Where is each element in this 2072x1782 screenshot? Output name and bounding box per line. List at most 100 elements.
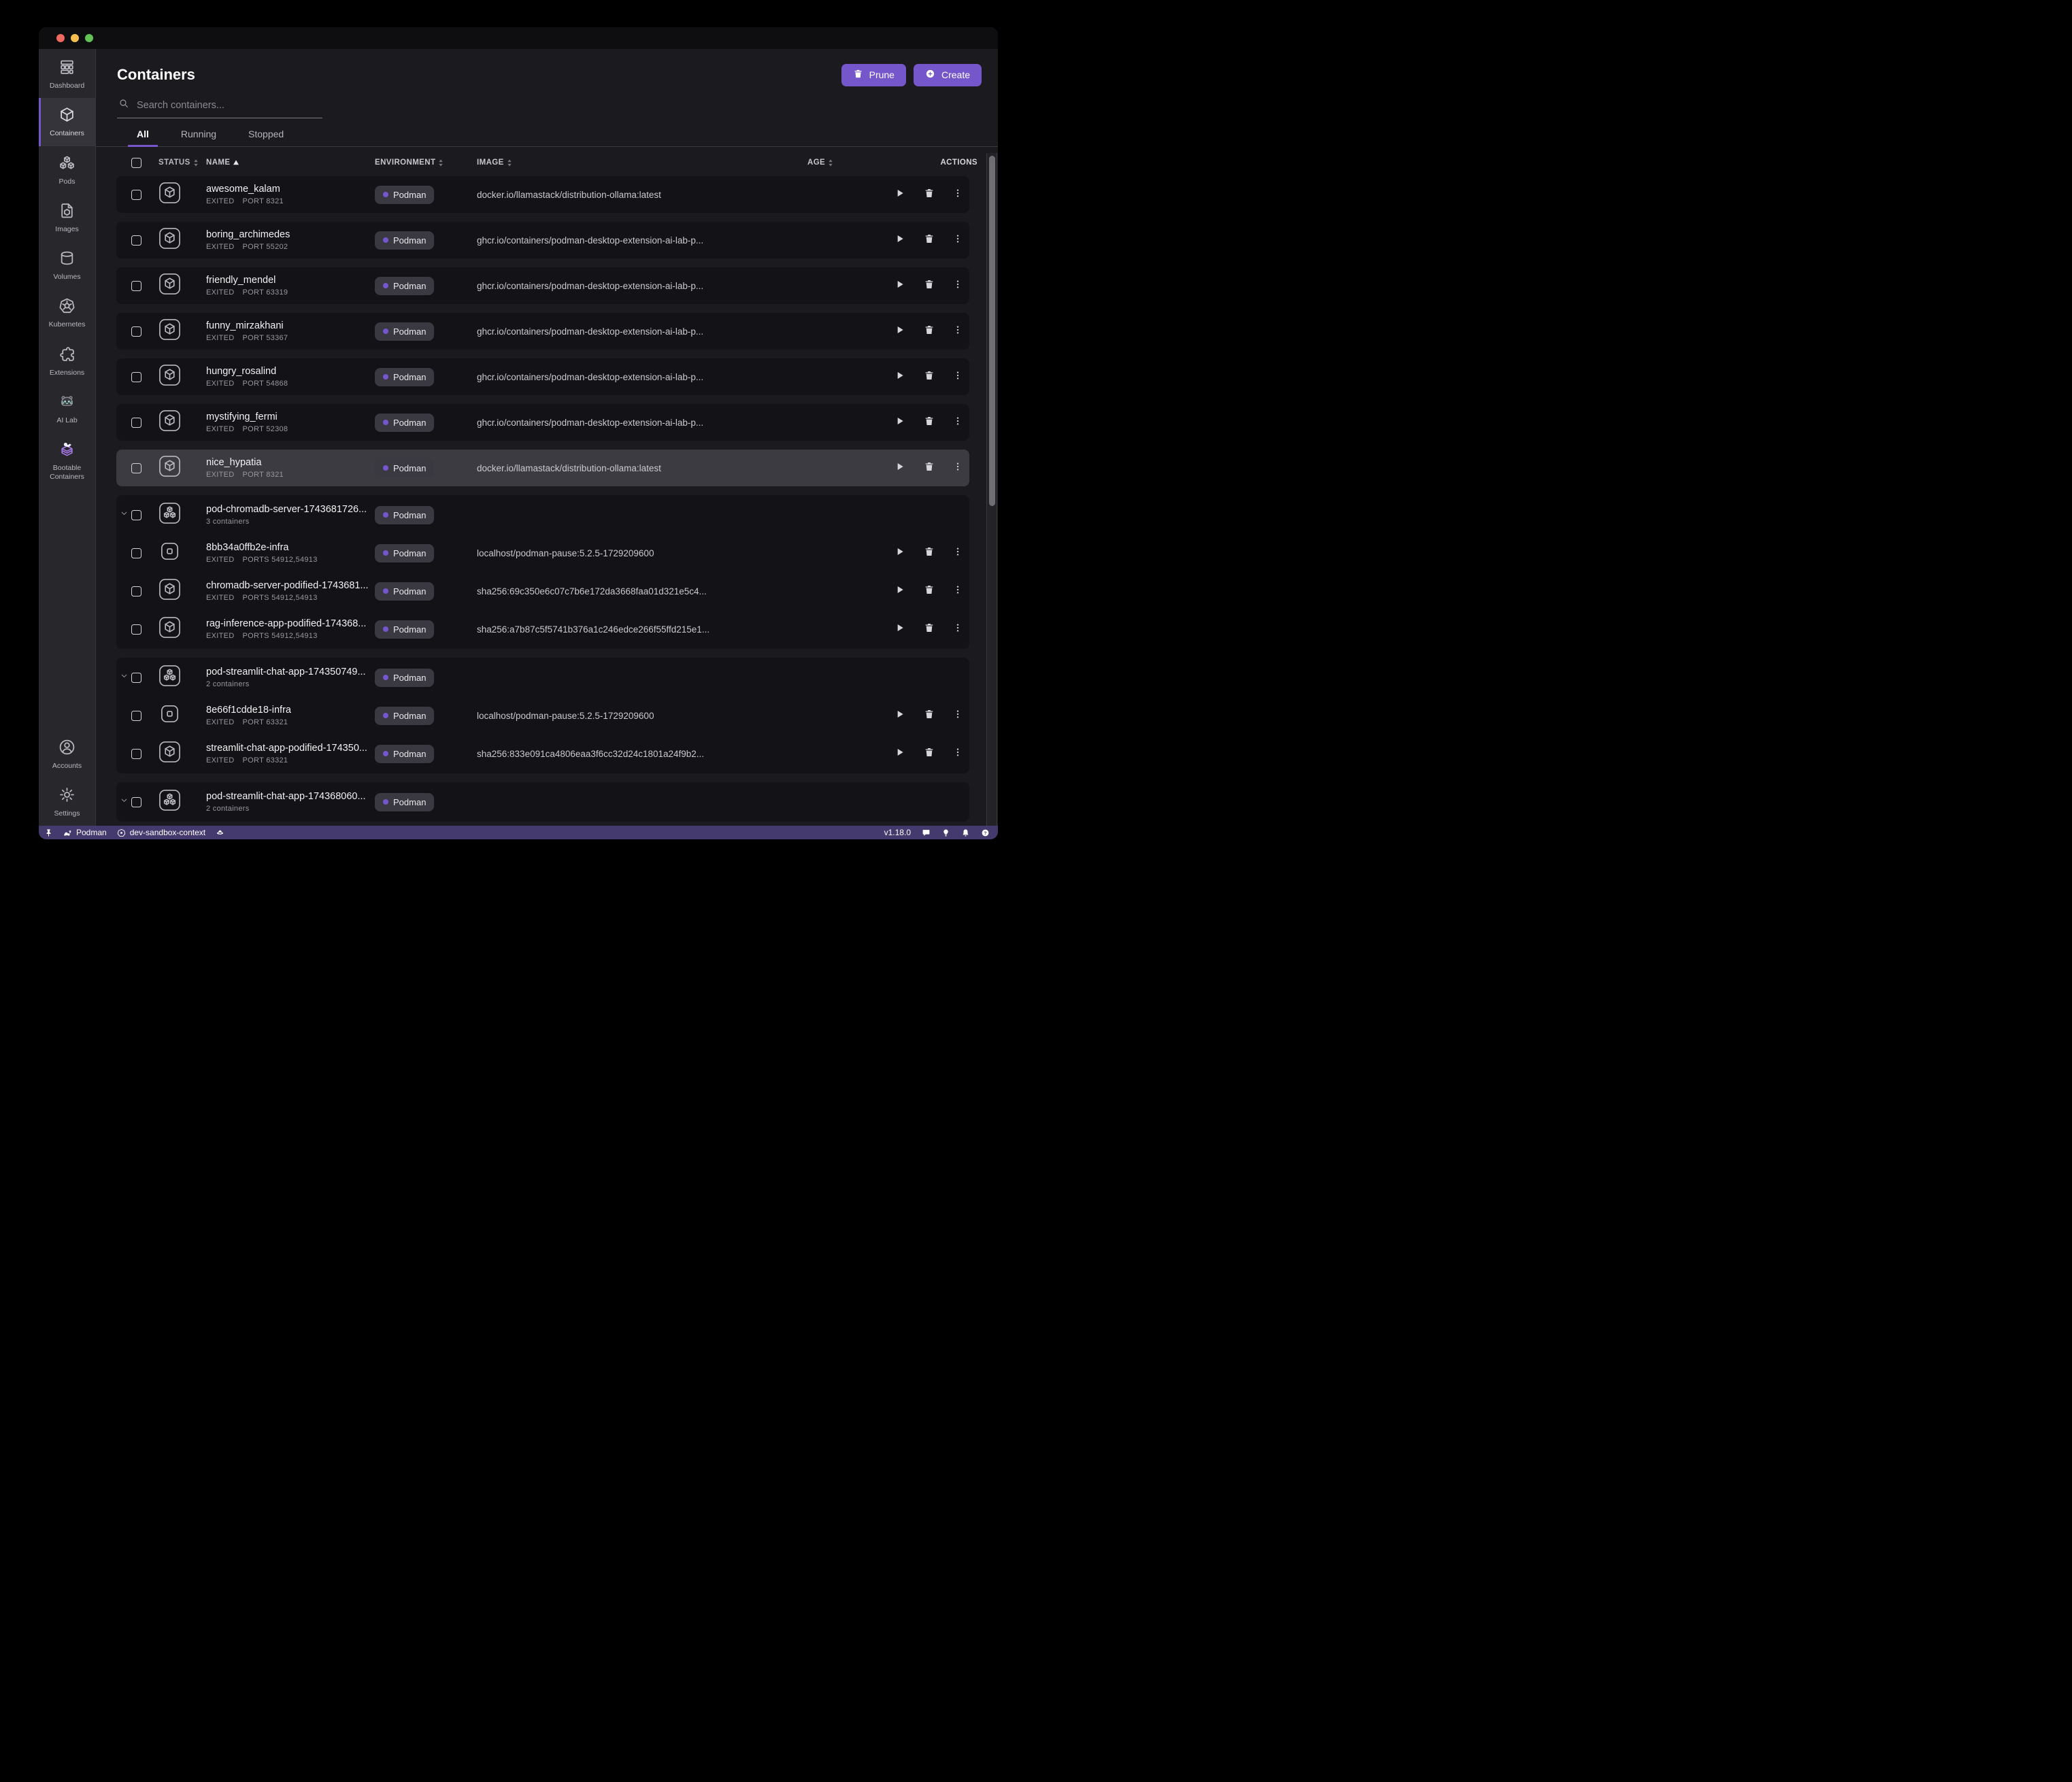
start-container-button[interactable]	[895, 279, 905, 293]
sidebar-item-extensions[interactable]: Extensions	[39, 337, 95, 385]
row-checkbox[interactable]	[131, 673, 141, 683]
row-checkbox[interactable]	[131, 749, 141, 759]
tab-running[interactable]: Running	[181, 129, 216, 146]
sidebar-item-ai-lab[interactable]: AI Lab	[39, 385, 95, 433]
row-checkbox[interactable]	[131, 190, 141, 200]
more-actions-button[interactable]	[953, 280, 963, 292]
vertical-scrollbar[interactable]	[986, 153, 997, 826]
table-row[interactable]: funny_mirzakhani EXITEDPORT 53367 Podman…	[116, 313, 969, 350]
more-actions-button[interactable]	[953, 371, 963, 384]
pod-child-row[interactable]: 8bb34a0ffb2e-infra EXITEDPORTS 54912,549…	[116, 534, 969, 572]
table-row[interactable]: awesome_kalam EXITEDPORT 8321 Podman doc…	[116, 176, 969, 213]
bell-icon[interactable]	[961, 828, 970, 837]
start-container-button[interactable]	[895, 709, 905, 723]
start-container-button[interactable]	[895, 370, 905, 384]
create-button[interactable]: Create	[914, 64, 982, 86]
tab-stopped[interactable]: Stopped	[248, 129, 284, 146]
row-checkbox[interactable]	[131, 281, 141, 291]
delete-container-button[interactable]	[924, 279, 935, 293]
start-container-button[interactable]	[895, 546, 905, 560]
row-checkbox[interactable]	[131, 624, 141, 635]
start-container-button[interactable]	[895, 324, 905, 339]
expand-collapse-chevron-icon[interactable]	[120, 796, 129, 808]
sidebar-item-images[interactable]: Images	[39, 194, 95, 241]
search-input[interactable]	[135, 99, 321, 112]
more-actions-button[interactable]	[953, 462, 963, 475]
start-container-button[interactable]	[895, 622, 905, 637]
prune-button[interactable]: Prune	[841, 64, 906, 86]
pod-child-row[interactable]: 8e66f1cdde18-infra EXITEDPORT 63321 Podm…	[116, 696, 969, 735]
delete-container-button[interactable]	[924, 416, 935, 430]
table-row[interactable]: friendly_mendel EXITEDPORT 63319 Podman …	[116, 267, 969, 304]
more-actions-button[interactable]	[953, 747, 963, 760]
sidebar-item-pods[interactable]: Pods	[39, 146, 95, 194]
more-actions-button[interactable]	[953, 623, 963, 636]
delete-container-button[interactable]	[924, 709, 935, 723]
delete-container-button[interactable]	[924, 584, 935, 599]
table-row[interactable]: nice_hypatia EXITEDPORT 8321 Podman dock…	[116, 450, 969, 486]
row-checkbox[interactable]	[131, 463, 141, 473]
pod-header-row[interactable]: pod-streamlit-chat-app-174368060... 2 co…	[116, 783, 969, 821]
row-checkbox[interactable]	[131, 235, 141, 246]
start-container-button[interactable]	[895, 416, 905, 430]
more-actions-button[interactable]	[953, 709, 963, 722]
chat-icon[interactable]	[922, 828, 931, 837]
column-header-environment[interactable]: ENVIRONMENT	[375, 158, 477, 167]
sidebar-item-bootable-containers[interactable]: Bootable Containers	[39, 433, 95, 489]
row-checkbox[interactable]	[131, 372, 141, 382]
pod-child-row[interactable]: chromadb-server-podified-1743681... EXIT…	[116, 572, 969, 610]
sidebar-item-settings[interactable]: Settings	[39, 778, 95, 826]
table-row[interactable]: hungry_rosalind EXITEDPORT 54868 Podman …	[116, 358, 969, 395]
delete-container-button[interactable]	[924, 546, 935, 560]
column-header-age[interactable]: AGE	[807, 158, 889, 167]
more-actions-button[interactable]	[953, 325, 963, 338]
pod-child-row[interactable]: rag-inference-app-podified-174368... EXI…	[116, 610, 969, 648]
lightbulb-icon[interactable]	[941, 828, 950, 837]
start-container-button[interactable]	[895, 584, 905, 599]
table-row[interactable]: boring_archimedes EXITEDPORT 55202 Podma…	[116, 222, 969, 258]
kubernetes-context[interactable]: dev-sandbox-context	[117, 828, 205, 837]
pod-child-row[interactable]: streamlit-chat-app-podified-174350... EX…	[116, 735, 969, 773]
delete-container-button[interactable]	[924, 622, 935, 637]
start-container-button[interactable]	[895, 747, 905, 761]
search-field[interactable]	[117, 96, 322, 118]
column-header-image[interactable]: IMAGE	[477, 158, 807, 167]
help-icon[interactable]: ?	[981, 828, 990, 837]
sidebar-item-volumes[interactable]: Volumes	[39, 241, 95, 289]
row-checkbox[interactable]	[131, 797, 141, 807]
pin-icon[interactable]	[44, 828, 53, 837]
delete-container-button[interactable]	[924, 188, 935, 202]
expand-collapse-chevron-icon[interactable]	[120, 509, 129, 521]
column-header-status[interactable]: STATUS	[158, 158, 199, 167]
sidebar-item-accounts[interactable]: Accounts	[39, 730, 95, 778]
podman-provider-status[interactable]: Podman	[63, 828, 107, 837]
row-checkbox[interactable]	[131, 711, 141, 721]
start-container-button[interactable]	[895, 461, 905, 475]
row-checkbox[interactable]	[131, 418, 141, 428]
maximize-window-button[interactable]	[85, 34, 93, 42]
delete-container-button[interactable]	[924, 747, 935, 761]
delete-container-button[interactable]	[924, 233, 935, 248]
more-actions-button[interactable]	[953, 188, 963, 201]
row-checkbox[interactable]	[131, 326, 141, 337]
delete-container-button[interactable]	[924, 324, 935, 339]
row-checkbox[interactable]	[131, 586, 141, 596]
minimize-window-button[interactable]	[71, 34, 79, 42]
row-checkbox[interactable]	[131, 548, 141, 558]
pod-header-row[interactable]: pod-chromadb-server-1743681726... 3 cont…	[116, 496, 969, 534]
delete-container-button[interactable]	[924, 461, 935, 475]
start-container-button[interactable]	[895, 188, 905, 202]
column-header-name[interactable]: NAME	[206, 158, 375, 167]
delete-container-button[interactable]	[924, 370, 935, 384]
start-container-button[interactable]	[895, 233, 905, 248]
redhat-icon[interactable]	[216, 828, 224, 837]
pod-header-row[interactable]: pod-streamlit-chat-app-174350749... 2 co…	[116, 658, 969, 696]
more-actions-button[interactable]	[953, 547, 963, 560]
more-actions-button[interactable]	[953, 416, 963, 429]
expand-collapse-chevron-icon[interactable]	[120, 671, 129, 684]
scrollbar-thumb[interactable]	[989, 156, 995, 506]
tab-all[interactable]: All	[137, 129, 149, 146]
close-window-button[interactable]	[56, 34, 65, 42]
table-row[interactable]: mystifying_fermi EXITEDPORT 52308 Podman…	[116, 404, 969, 441]
row-checkbox[interactable]	[131, 510, 141, 520]
